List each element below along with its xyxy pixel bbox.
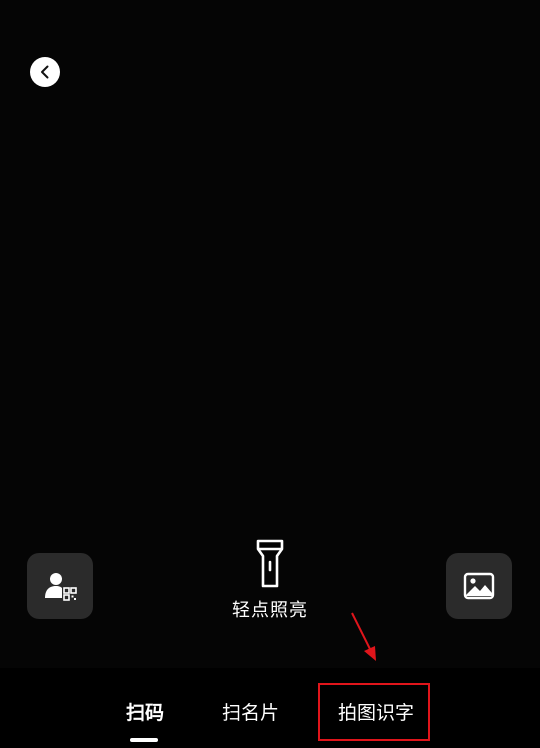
active-tab-indicator (130, 738, 158, 742)
mode-tab-bar: 扫码 扫名片 拍图识字 (0, 668, 540, 748)
flashlight-icon (256, 539, 284, 588)
tab-scan-business-card[interactable]: 扫名片 (222, 698, 279, 725)
image-icon (463, 572, 495, 600)
album-button[interactable] (446, 553, 512, 619)
annotation-highlight-box (318, 683, 430, 741)
annotation-arrow (351, 612, 376, 661)
flashlight-toggle[interactable]: 轻点照亮 (210, 538, 330, 628)
chevron-left-icon (41, 65, 49, 79)
back-button[interactable] (30, 57, 60, 87)
user-qr-icon (45, 573, 77, 601)
tab-scan-code[interactable]: 扫码 (126, 698, 164, 725)
flashlight-label: 轻点照亮 (232, 600, 308, 621)
my-qr-code-button[interactable] (27, 553, 93, 619)
